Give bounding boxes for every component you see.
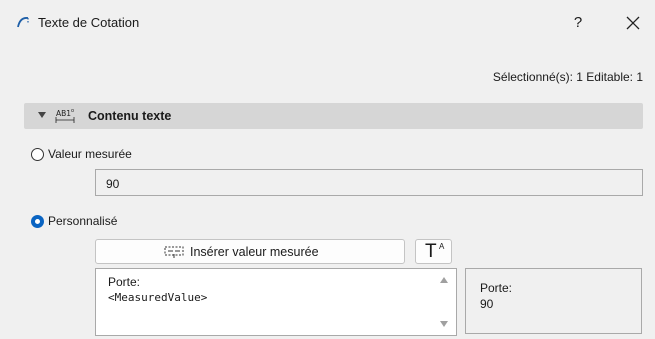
scroll-down-icon[interactable]: [440, 321, 448, 327]
editor-line-1: Porte:: [108, 275, 141, 289]
measured-value-field: 90: [95, 169, 643, 196]
radio-label-valeur-mesuree: Valeur mesurée: [48, 147, 132, 161]
custom-text-editor[interactable]: Porte: <MeasuredValue>: [95, 268, 457, 336]
section-header-contenu-texte[interactable]: AB1 o Contenu texte: [24, 103, 643, 129]
radio-personnalise[interactable]: [31, 215, 44, 228]
svg-text:AB1: AB1: [56, 109, 71, 118]
svg-text:o: o: [71, 108, 74, 114]
radio-valeur-mesuree[interactable]: [31, 148, 44, 161]
selection-info: Sélectionné(s): 1 Editable: 1: [492, 70, 643, 84]
measured-value-text: 90: [106, 177, 120, 191]
text-preview: Porte: 90: [465, 268, 642, 334]
help-label: ?: [573, 14, 583, 31]
radio-label-personnalise: Personnalisé: [48, 214, 118, 228]
dimension-arc-icon: [17, 17, 29, 28]
editor-line-2: <MeasuredValue>: [108, 291, 208, 304]
font-settings-button[interactable]: T A: [415, 239, 452, 264]
dimension-text-icon: AB1 o: [55, 108, 75, 123]
section-title: Contenu texte: [88, 109, 172, 123]
font-icon-superscript: A: [439, 242, 445, 251]
preview-line-2: 90: [480, 297, 494, 311]
title-bar: Texte de Cotation ?: [0, 0, 655, 46]
insert-measured-value-button[interactable]: Insérer valeur mesurée: [95, 239, 405, 264]
insert-button-label: Insérer valeur mesurée: [190, 245, 319, 259]
close-icon[interactable]: [618, 8, 648, 38]
preview-line-1: Porte:: [480, 281, 513, 295]
help-button[interactable]: ?: [566, 8, 590, 38]
chevron-down-icon: [38, 112, 46, 118]
insert-field-icon: [164, 246, 184, 258]
scroll-up-icon[interactable]: [440, 277, 448, 283]
font-icon: T: [425, 241, 437, 262]
window-title: Texte de Cotation: [38, 15, 140, 30]
